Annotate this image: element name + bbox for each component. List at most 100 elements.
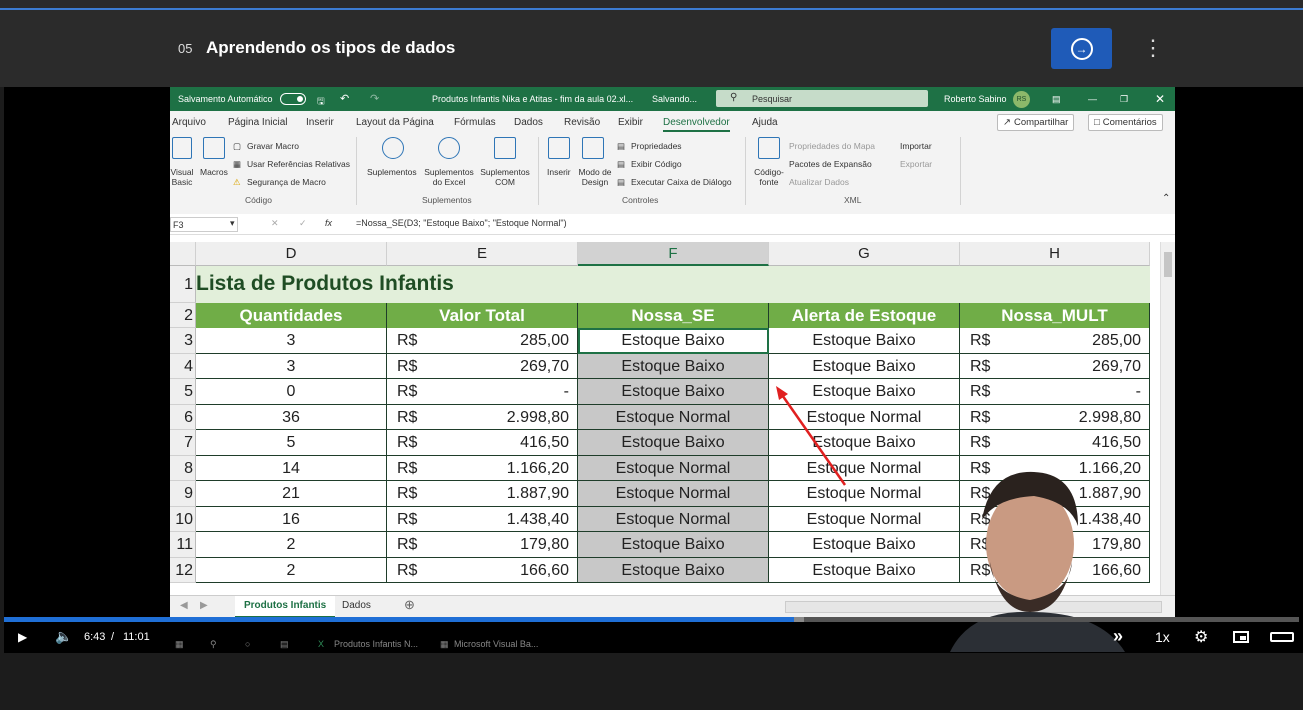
menu-ajuda[interactable]: Ajuda xyxy=(752,117,778,128)
name-box[interactable]: F3 xyxy=(170,217,238,232)
confirm-formula-icon[interactable]: ✓ xyxy=(299,218,307,229)
warning-icon: ⚠ xyxy=(233,177,241,187)
run-dialog-icon: ▤ xyxy=(617,177,626,187)
design-mode-button[interactable]: Modo de Design xyxy=(575,167,615,187)
group-controls-label: Controles xyxy=(622,195,659,205)
macro-security-button[interactable]: Segurança de Macro xyxy=(247,177,326,187)
source-icon xyxy=(758,137,780,159)
comment-icon: □ xyxy=(1094,117,1100,128)
picture-in-picture-icon[interactable] xyxy=(1233,631,1249,643)
menu-desenvolvedor[interactable]: Desenvolvedor xyxy=(663,117,730,132)
close-icon[interactable]: ✕ xyxy=(1155,92,1165,106)
view-code-icon: ▤ xyxy=(617,159,626,169)
expansion-packs-button[interactable]: Pacotes de Expansão xyxy=(789,159,872,169)
search-placeholder: Pesquisar xyxy=(752,93,793,104)
share-icon: ↗ xyxy=(1003,117,1011,128)
excel-title-bar: Salvamento Automático 🖫 ↶ ↷ Produtos Inf… xyxy=(170,87,1175,111)
macros-button[interactable]: Macros xyxy=(200,167,228,177)
top-accent-bar xyxy=(0,0,1303,10)
collapse-ribbon-icon[interactable]: ⌃ xyxy=(1162,193,1170,204)
insert-control-icon xyxy=(548,137,570,159)
restore-icon[interactable]: ❐ xyxy=(1120,94,1128,105)
com-addins-icon xyxy=(494,137,516,159)
menu-dados[interactable]: Dados xyxy=(514,117,543,128)
progress-fill[interactable] xyxy=(4,617,794,622)
search-box[interactable]: ⚲ Pesquisar xyxy=(716,90,928,107)
minimize-icon[interactable]: — xyxy=(1088,94,1097,104)
speed-button[interactable]: 1x xyxy=(1155,629,1170,645)
menu-exibir[interactable]: Exibir xyxy=(618,117,643,128)
menu-revisao[interactable]: Revisão xyxy=(564,117,600,128)
menu-inserir[interactable]: Inserir xyxy=(306,117,334,128)
lesson-header: 05 Aprendendo os tipos de dados → ⋮ xyxy=(0,10,1303,87)
refresh-data-button[interactable]: Atualizar Dados xyxy=(789,177,849,187)
gear-icon xyxy=(438,137,460,159)
saving-status: Salvando... xyxy=(652,94,698,104)
settings-gear-icon[interactable]: ⚙ xyxy=(1194,627,1208,647)
scroll-thumb[interactable] xyxy=(1164,252,1172,277)
visual-basic-button[interactable]: Visual Basic xyxy=(170,167,194,187)
chevron-down-icon[interactable]: ▾ xyxy=(230,218,235,229)
map-properties-button[interactable]: Propriedades do Mapa xyxy=(789,141,875,151)
run-dialog-button[interactable]: Executar Caixa de Diálogo xyxy=(631,177,732,187)
play-icon[interactable]: ▶ xyxy=(18,630,27,644)
export-button[interactable]: Exportar xyxy=(900,159,932,169)
group-addins-label: Suplementos xyxy=(422,195,472,205)
function-icon[interactable]: fx xyxy=(325,218,332,228)
import-button[interactable]: Importar xyxy=(900,141,932,151)
relative-refs-button[interactable]: Usar Referências Relativas xyxy=(247,159,350,169)
add-sheet-icon[interactable]: ⊕ xyxy=(404,597,415,613)
addins-icon xyxy=(382,137,404,159)
redo-icon[interactable]: ↷ xyxy=(370,92,379,105)
group-xml-label: XML xyxy=(844,195,862,205)
cancel-formula-icon[interactable]: ✕ xyxy=(271,218,279,229)
record-macro-button[interactable]: Gravar Macro xyxy=(247,141,299,151)
properties-button[interactable]: Propriedades xyxy=(631,141,682,151)
macros-icon xyxy=(203,137,225,159)
save-icon[interactable]: 🖫 xyxy=(317,94,325,110)
insert-control-button[interactable]: Inserir xyxy=(547,167,571,177)
visual-basic-icon xyxy=(172,137,192,159)
undo-icon[interactable]: ↶ xyxy=(340,92,349,105)
group-code-label: Código xyxy=(245,195,272,205)
more-options-icon[interactable]: ⋮ xyxy=(1142,37,1164,59)
separator xyxy=(745,137,746,205)
avatar[interactable]: RS xyxy=(1013,91,1030,108)
design-mode-icon xyxy=(582,137,604,159)
skip-forward-icon[interactable]: » xyxy=(1113,626,1123,647)
volume-icon[interactable]: 🔈 xyxy=(55,628,72,645)
autosave-label: Salvamento Automático xyxy=(178,94,273,104)
document-title: Produtos Infantis Nika e Atitas - fim da… xyxy=(432,94,634,104)
share-button[interactable]: ↗ Compartilhar xyxy=(997,114,1075,131)
theater-mode-icon[interactable] xyxy=(1270,632,1294,642)
ribbon-display-icon[interactable]: ▤ xyxy=(1052,94,1061,105)
properties-icon: ▤ xyxy=(617,141,626,151)
separator xyxy=(538,137,539,205)
separator xyxy=(356,137,357,205)
addins-button[interactable]: Suplementos xyxy=(367,167,417,177)
page-footer xyxy=(0,657,1303,710)
menu-layout[interactable]: Layout da Página xyxy=(356,117,434,128)
excel-addins-button[interactable]: Suplementos do Excel xyxy=(422,167,476,187)
autosave-toggle[interactable] xyxy=(280,93,306,105)
lesson-number: 05 xyxy=(178,41,193,56)
menu-arquivo[interactable]: Arquivo xyxy=(172,117,206,128)
prev-sheet-icon[interactable]: ◀ xyxy=(180,600,188,611)
sheet-tab-dados[interactable]: Dados xyxy=(342,600,371,611)
next-sheet-icon[interactable]: ▶ xyxy=(200,600,208,611)
menu-formulas[interactable]: Fórmulas xyxy=(454,117,496,128)
formula-bar: F3 ▾ ✕ ✓ fx =Nossa_SE(D3; "Estoque Baixo… xyxy=(170,214,1175,235)
lesson-title: Aprendendo os tipos de dados xyxy=(206,38,456,57)
current-time: 6:43 xyxy=(84,631,106,643)
user-name: Roberto Sabino xyxy=(944,94,1007,104)
formula-input[interactable]: =Nossa_SE(D3; "Estoque Baixo"; "Estoque … xyxy=(356,218,567,228)
menu-pagina-inicial[interactable]: Página Inicial xyxy=(228,117,287,128)
search-icon: ⚲ xyxy=(730,92,738,103)
view-code-button[interactable]: Exibir Código xyxy=(631,159,682,169)
next-lesson-button[interactable]: → xyxy=(1051,28,1112,69)
source-button[interactable]: Código-fonte xyxy=(750,167,788,187)
record-macro-icon: ▢ xyxy=(233,141,242,151)
comments-button[interactable]: □ Comentários xyxy=(1088,114,1163,131)
sheet-tab-produtos[interactable]: Produtos Infantis xyxy=(235,596,336,617)
com-addins-button[interactable]: Suplementos COM xyxy=(478,167,532,187)
